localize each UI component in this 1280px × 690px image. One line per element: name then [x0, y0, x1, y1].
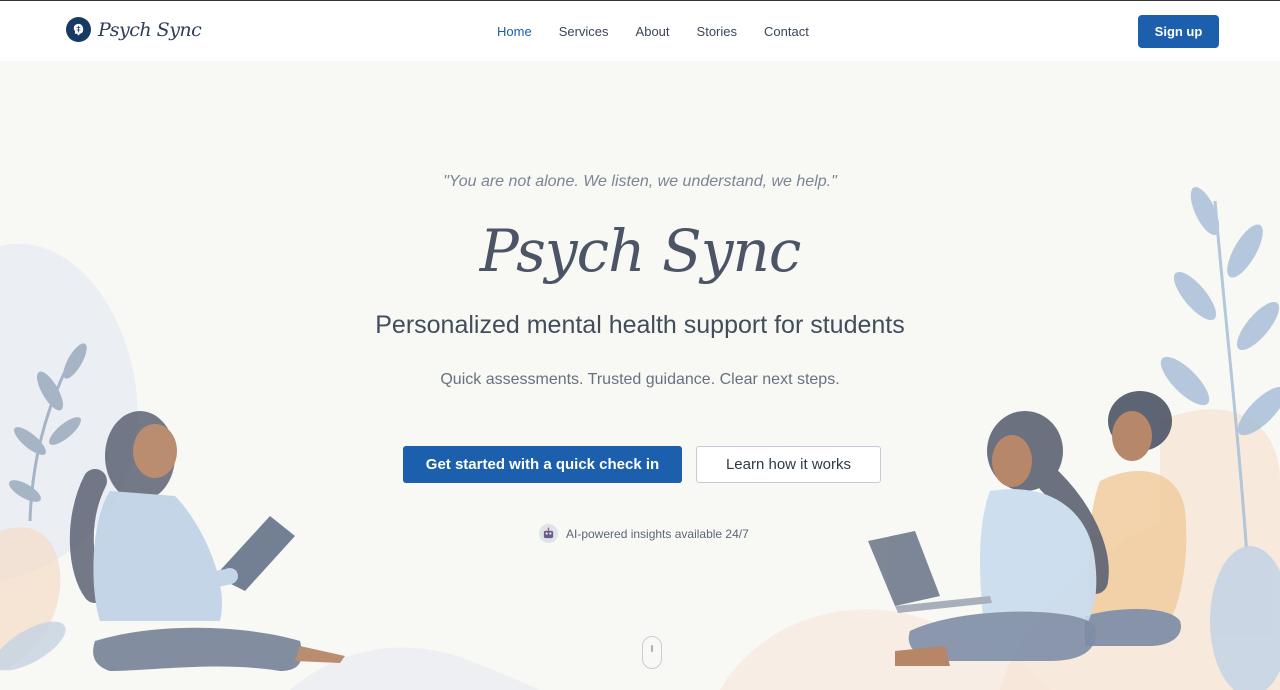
signup-button[interactable]: Sign up: [1138, 15, 1219, 48]
nav-about[interactable]: About: [636, 24, 670, 39]
learn-how-button[interactable]: Learn how it works: [696, 446, 881, 483]
hero-subheadline: Quick assessments. Trusted guidance. Cle…: [440, 371, 840, 388]
get-started-button[interactable]: Get started with a quick check in: [403, 446, 682, 483]
nav-stories[interactable]: Stories: [697, 24, 737, 39]
nav-contact[interactable]: Contact: [764, 24, 809, 39]
nav-home[interactable]: Home: [497, 24, 532, 39]
robot-icon: [539, 524, 558, 543]
brain-logo-icon: [66, 17, 91, 42]
main-nav: Home Services About Stories Contact: [497, 24, 836, 39]
hero-headline: Personalized mental health support for s…: [375, 311, 905, 339]
ai-note: AI-powered insights available 24/7: [539, 524, 749, 543]
hero-quote: "You are not alone. We listen, we unders…: [443, 173, 837, 190]
mouse-scroll-icon[interactable]: [642, 636, 662, 669]
nav-services[interactable]: Services: [559, 24, 609, 39]
ai-note-text: AI-powered insights available 24/7: [566, 526, 749, 541]
hero-brand-title: Psych Sync: [479, 217, 802, 285]
logo-text: Psych Sync: [98, 18, 202, 41]
site-header: Psych Sync Home Services About Stories C…: [0, 1, 1280, 61]
hero-section: "You are not alone. We listen, we unders…: [0, 61, 1280, 690]
logo[interactable]: Psych Sync: [66, 17, 202, 42]
mouse-wheel: [651, 645, 653, 652]
